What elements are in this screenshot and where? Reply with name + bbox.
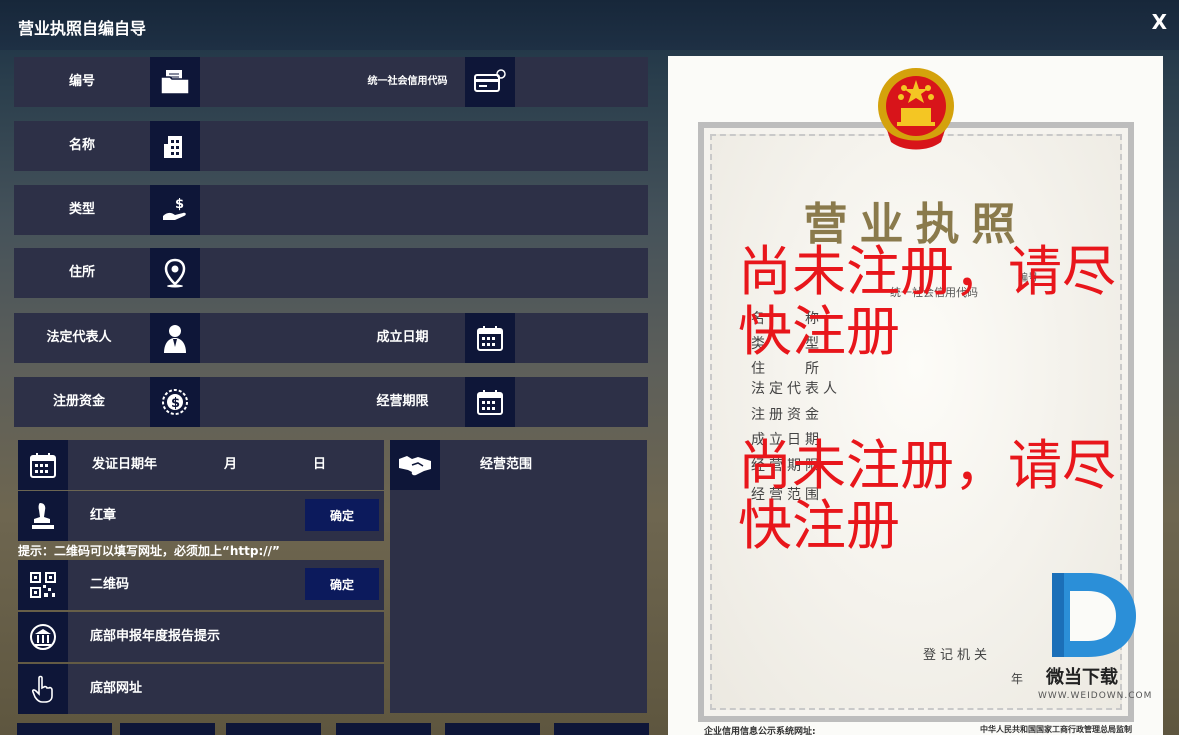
credit-code-label: 统一社会信用代码 bbox=[367, 76, 448, 87]
location-pin-icon bbox=[150, 248, 200, 298]
business-scope-label: 经营范围 bbox=[480, 457, 533, 472]
bottom-button-1[interactable] bbox=[17, 723, 112, 735]
building-icon bbox=[150, 121, 200, 171]
qr-code-icon bbox=[18, 560, 68, 610]
footer-url-row[interactable]: 底部网址 bbox=[18, 664, 384, 714]
weidown-logo-icon bbox=[1052, 573, 1136, 657]
legal-rep-label: 法定代表人 bbox=[46, 330, 112, 345]
issue-year-label: 发证日期年 bbox=[92, 457, 158, 472]
founded-input[interactable] bbox=[515, 313, 648, 363]
number-row: 编号 统一社会信用代码 bbox=[14, 57, 648, 107]
footer-left-text: 企业信用信息公示系统网址: bbox=[704, 727, 816, 735]
bottom-button-6[interactable] bbox=[554, 723, 649, 735]
money-hand-icon: $ bbox=[150, 185, 200, 235]
address-input[interactable] bbox=[200, 248, 648, 298]
bottom-button-3[interactable] bbox=[226, 723, 321, 735]
legal-rep-row: 法定代表人 成立日期 bbox=[14, 313, 648, 363]
hand-pointer-icon bbox=[18, 664, 68, 714]
license-preview: 营业执照 编号 统一社会信用代码 名 称 类 型 住 所 法定代表人 注册资金 … bbox=[668, 56, 1163, 735]
qr-confirm-button[interactable]: 确定 bbox=[305, 568, 379, 600]
capital-row: 注册资金 $ 经营期限 bbox=[14, 377, 648, 427]
calendar-icon bbox=[465, 377, 515, 427]
bank-icon bbox=[18, 612, 68, 662]
bottom-button-5[interactable] bbox=[445, 723, 540, 735]
qr-hint: 提示：二维码可以填写网址，必须加上“http://” bbox=[18, 544, 280, 558]
handshake-icon bbox=[390, 440, 440, 490]
type-input[interactable] bbox=[200, 185, 648, 235]
stamp-row: 红章 确定 bbox=[18, 491, 384, 541]
national-emblem-icon bbox=[878, 68, 954, 150]
number-input[interactable] bbox=[200, 57, 350, 107]
annual-report-label: 底部申报年度报告提示 bbox=[90, 629, 221, 644]
stamp-label: 红章 bbox=[90, 508, 117, 523]
term-label: 经营期限 bbox=[376, 394, 429, 409]
person-icon bbox=[150, 313, 200, 363]
unregistered-warning: 尚未注册，请尽快注册 bbox=[738, 434, 1116, 557]
capital-input[interactable] bbox=[200, 377, 350, 427]
capital-label: 注册资金 bbox=[52, 394, 105, 409]
stamp-confirm-button[interactable]: 确定 bbox=[305, 499, 379, 531]
address-row: 住所 bbox=[14, 248, 648, 298]
calendar-icon bbox=[18, 440, 68, 490]
issue-date-row: 发证日期年 月 日 bbox=[18, 440, 384, 490]
license-line: 注册资金 bbox=[751, 407, 823, 423]
annual-report-row[interactable]: 底部申报年度报告提示 bbox=[18, 612, 384, 662]
name-label: 名称 bbox=[68, 138, 95, 153]
name-input[interactable] bbox=[200, 121, 648, 171]
title-bar: 营业执照自编自导 X bbox=[0, 0, 1179, 50]
business-scope-panel[interactable]: 经营范围 bbox=[390, 440, 647, 713]
issue-month-label: 月 bbox=[224, 457, 238, 472]
footer-url-label: 底部网址 bbox=[90, 681, 143, 696]
issue-day-label: 日 bbox=[313, 457, 327, 472]
unregistered-warning: 尚未注册，请尽快注册 bbox=[738, 240, 1116, 363]
bottom-button-2[interactable] bbox=[120, 723, 215, 735]
qr-label: 二维码 bbox=[90, 577, 130, 592]
watermark-url: WWW.WEIDOWN.COM bbox=[1038, 691, 1153, 701]
svg-text:$: $ bbox=[171, 396, 180, 411]
year-label: 年 bbox=[1011, 672, 1028, 686]
window-title: 营业执照自编自导 bbox=[18, 19, 147, 38]
folder-icon bbox=[150, 57, 200, 107]
qr-row: 二维码 确定 bbox=[18, 560, 384, 610]
watermark-text: 微当下载 bbox=[1046, 667, 1118, 688]
calendar-icon bbox=[465, 313, 515, 363]
registrar-label: 登记机关 bbox=[923, 648, 992, 663]
footer-right-text: 中华人民共和国国家工商行政管理总局监制 bbox=[980, 725, 1132, 734]
close-button[interactable]: X bbox=[1152, 10, 1167, 34]
address-label: 住所 bbox=[68, 265, 95, 280]
number-label: 编号 bbox=[68, 74, 95, 89]
founded-label: 成立日期 bbox=[376, 330, 429, 345]
dollar-coin-icon: $ bbox=[150, 377, 200, 427]
credit-card-icon bbox=[465, 57, 515, 107]
legal-rep-input[interactable] bbox=[200, 313, 350, 363]
name-row: 名称 bbox=[14, 121, 648, 171]
bottom-button-4[interactable] bbox=[336, 723, 431, 735]
credit-code-input[interactable] bbox=[515, 57, 648, 107]
term-input[interactable] bbox=[515, 377, 648, 427]
type-label: 类型 bbox=[68, 202, 95, 217]
type-row: 类型 $ bbox=[14, 185, 648, 235]
svg-text:$: $ bbox=[175, 197, 184, 212]
stamp-icon bbox=[18, 491, 68, 541]
license-line: 法定代表人 bbox=[751, 381, 841, 397]
